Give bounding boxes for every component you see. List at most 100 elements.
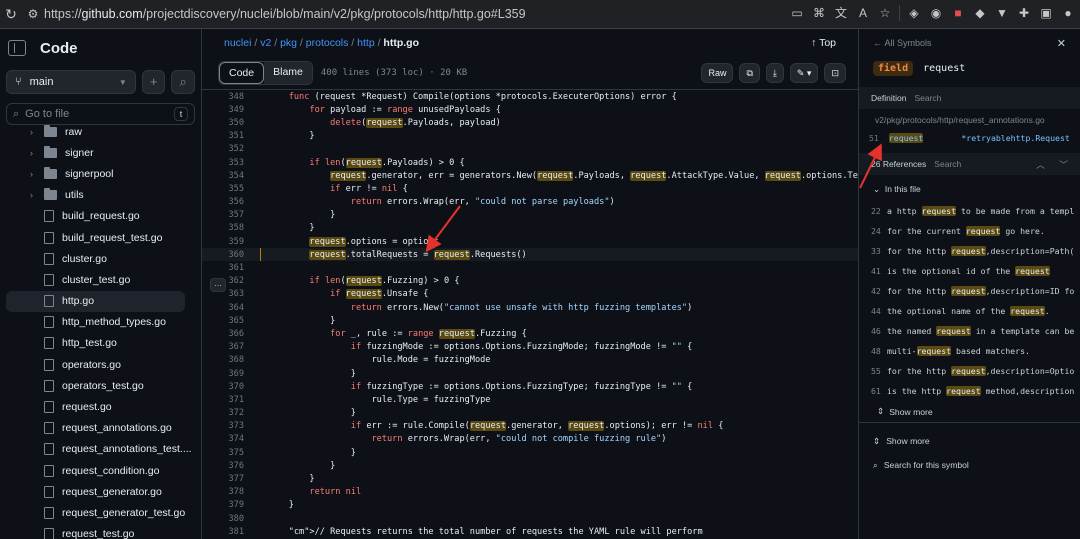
- line-number[interactable]: 369: [202, 369, 244, 379]
- show-more-button-2[interactable]: ⇕ Show more: [859, 429, 1080, 453]
- code-line[interactable]: 381 "cm">// Requests returns the total n…: [202, 525, 858, 538]
- code-line[interactable]: 349 for payload := range unusedPayloads …: [202, 103, 858, 116]
- reference-item[interactable]: 61 is the http request method,descriptio…: [859, 381, 1080, 401]
- tree-file[interactable]: http.go: [6, 290, 185, 312]
- extension-icon[interactable]: ⌘: [811, 5, 827, 21]
- reference-item[interactable]: 41 is the optional id of the request: [859, 261, 1080, 281]
- code-line[interactable]: 350 delete(request.Payloads, payload): [202, 116, 858, 129]
- tree-file[interactable]: operators.go: [0, 354, 201, 375]
- chevron-up-icon[interactable]: ︿: [1036, 158, 1045, 171]
- line-number[interactable]: 356: [202, 197, 244, 207]
- code-line[interactable]: 360 request.totalRequests = request.Requ…: [202, 248, 858, 262]
- code-line[interactable]: 364 return errors.New("cannot use unsafe…: [202, 301, 858, 314]
- code-line[interactable]: 378 return nil: [202, 486, 858, 499]
- references-search[interactable]: Search: [934, 159, 961, 169]
- definition-line[interactable]: 51 request *retryablehttp.Request: [859, 125, 1080, 143]
- definition-search[interactable]: Search: [914, 93, 941, 103]
- tree-folder[interactable]: › raw: [0, 121, 201, 142]
- edit-pencil-icon[interactable]: ✎ ▾: [789, 63, 819, 83]
- code-line[interactable]: 362 if len(request.Fuzzing) > 0 {: [202, 275, 858, 288]
- line-number[interactable]: 359: [202, 237, 244, 247]
- code-line[interactable]: 374 return errors.Wrap(err, "could not c…: [202, 433, 858, 446]
- code-line[interactable]: 375 }: [202, 446, 858, 459]
- code-line[interactable]: 361: [202, 261, 858, 274]
- tab-icon[interactable]: ▣: [1038, 5, 1054, 21]
- code-line[interactable]: 359 request.options = options: [202, 235, 858, 248]
- line-number[interactable]: 377: [202, 474, 244, 484]
- tree-file[interactable]: operators_test.go: [0, 375, 201, 396]
- code-line[interactable]: 365 }: [202, 314, 858, 327]
- tree-folder[interactable]: › signer: [0, 142, 201, 163]
- reference-item[interactable]: 44 the optional name of the request.: [859, 301, 1080, 321]
- reload-icon[interactable]: ↻: [0, 6, 22, 23]
- extension-icon-4[interactable]: ◆: [972, 5, 988, 21]
- reference-item[interactable]: 24 for the current request go here.: [859, 221, 1080, 241]
- line-number[interactable]: 352: [202, 144, 244, 154]
- line-number[interactable]: 353: [202, 158, 244, 168]
- line-number[interactable]: 360: [202, 250, 244, 260]
- tree-file[interactable]: build_request_test.go: [0, 227, 201, 248]
- line-number[interactable]: 380: [202, 514, 244, 524]
- line-number[interactable]: 349: [202, 105, 244, 115]
- line-number[interactable]: 379: [202, 500, 244, 510]
- line-number[interactable]: 372: [202, 408, 244, 418]
- all-symbols-link[interactable]: All Symbols: [885, 38, 932, 48]
- reference-item[interactable]: 33 for the http request ,description=Path…: [859, 241, 1080, 261]
- tree-file[interactable]: http_test.go: [0, 333, 201, 354]
- chevron-down-icon[interactable]: ﹀: [1059, 158, 1068, 171]
- tree-file[interactable]: request_test.go: [0, 524, 201, 539]
- tree-file[interactable]: request_condition.go: [0, 460, 201, 481]
- reference-item[interactable]: 55 for the http request ,description=Opti…: [859, 361, 1080, 381]
- line-number[interactable]: 365: [202, 316, 244, 326]
- breadcrumb-link[interactable]: http: [357, 37, 375, 49]
- extension-icon-2[interactable]: ◉: [928, 5, 944, 21]
- code-line[interactable]: 373 if err := rule.Compile(request.gener…: [202, 420, 858, 433]
- tree-file[interactable]: cluster_test.go: [0, 269, 201, 290]
- line-number[interactable]: 355: [202, 184, 244, 194]
- tab-blame[interactable]: Blame: [264, 62, 312, 84]
- tree-file[interactable]: request.go: [0, 396, 201, 417]
- show-more-button[interactable]: ⇕ Show more: [859, 401, 1080, 423]
- tree-folder[interactable]: › signerpool: [0, 163, 201, 184]
- tree-file[interactable]: request_generator.go: [0, 481, 201, 502]
- address-bar[interactable]: https://github.com/projectdiscovery/nucl…: [44, 7, 526, 21]
- profile-icon[interactable]: ●: [1060, 5, 1076, 21]
- extension-icon-5[interactable]: ▼: [994, 5, 1010, 21]
- breadcrumb-link[interactable]: nuclei: [224, 37, 251, 49]
- code-line[interactable]: 372 }: [202, 407, 858, 420]
- line-number[interactable]: 350: [202, 118, 244, 128]
- translate-icon[interactable]: 文: [833, 5, 849, 21]
- search-symbol-button[interactable]: ⌕ Search for this symbol: [859, 453, 1080, 477]
- raw-button[interactable]: Raw: [701, 63, 734, 83]
- code-line[interactable]: 356 return errors.Wrap(err, "could not p…: [202, 196, 858, 209]
- line-number[interactable]: 373: [202, 421, 244, 431]
- code-line[interactable]: 348 func (request *Request) Compile(opti…: [202, 90, 858, 103]
- line-options-button[interactable]: …: [210, 278, 226, 292]
- search-icon[interactable]: ⌕: [171, 70, 195, 94]
- code-line[interactable]: 352: [202, 143, 858, 156]
- cast-icon[interactable]: ▭: [789, 5, 805, 21]
- line-number[interactable]: 367: [202, 342, 244, 352]
- reference-item[interactable]: 22 a http request to be made from a temp…: [859, 201, 1080, 221]
- site-info-icon[interactable]: ⚙: [22, 7, 44, 21]
- breadcrumb-link[interactable]: v2: [260, 37, 271, 49]
- line-number[interactable]: 366: [202, 329, 244, 339]
- tree-file[interactable]: request_generator_test.go: [0, 502, 201, 523]
- breadcrumb-link[interactable]: protocols: [306, 37, 349, 49]
- code-line[interactable]: 367 if fuzzingMode := options.Options.Fu…: [202, 341, 858, 354]
- breadcrumb-link[interactable]: pkg: [280, 37, 297, 49]
- extension-icon-1[interactable]: ◈: [906, 5, 922, 21]
- reference-item[interactable]: 42 for the http request ,description=ID f…: [859, 281, 1080, 301]
- tree-file[interactable]: http_method_types.go: [0, 312, 201, 333]
- line-number[interactable]: 376: [202, 461, 244, 471]
- code-line[interactable]: 371 rule.Type = fuzzingType: [202, 393, 858, 406]
- reference-item[interactable]: 46 the named request in a template can b…: [859, 321, 1080, 341]
- code-line[interactable]: 368 rule.Mode = fuzzingMode: [202, 354, 858, 367]
- line-number[interactable]: 375: [202, 448, 244, 458]
- line-number[interactable]: 358: [202, 223, 244, 233]
- code-line[interactable]: 353 if len(request.Payloads) > 0 {: [202, 156, 858, 169]
- reader-icon[interactable]: A: [855, 5, 871, 21]
- symbols-panel-icon[interactable]: ⊡: [824, 63, 846, 83]
- line-number[interactable]: 348: [202, 92, 244, 102]
- line-number[interactable]: 381: [202, 527, 244, 537]
